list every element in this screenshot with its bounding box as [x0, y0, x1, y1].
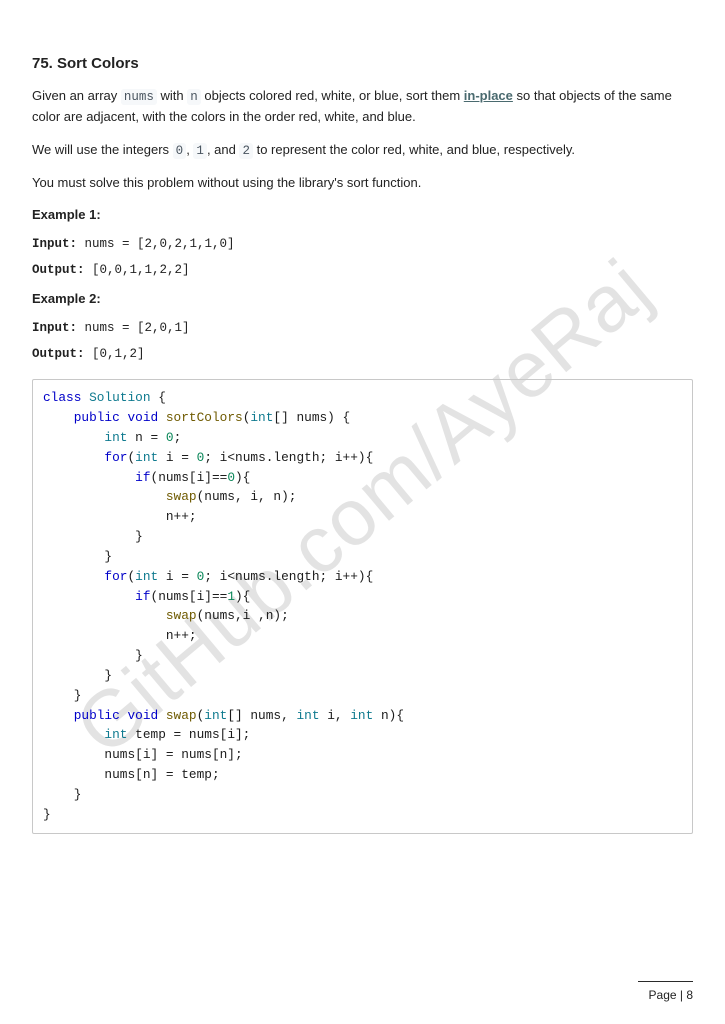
num: 0 — [166, 430, 174, 445]
text: } — [43, 787, 81, 802]
problem-paragraph-2: We will use the integers 0, 1, and 2 to … — [32, 140, 693, 161]
inplace-link[interactable]: in-place — [464, 88, 513, 103]
text: Given an array — [32, 88, 121, 103]
text: ){ — [235, 470, 250, 485]
kw: public — [43, 410, 120, 425]
input-value: nums = [2,0,2,1,1,0] — [77, 237, 235, 251]
input-label: Input: — [32, 237, 77, 251]
text: i, — [320, 708, 351, 723]
type: int — [135, 569, 158, 584]
fn: swap — [43, 489, 197, 504]
type: int — [296, 708, 319, 723]
text: to represent the color red, white, and b… — [253, 142, 575, 157]
text: (nums[i]== — [151, 470, 228, 485]
text: (nums,i ,n); — [197, 608, 289, 623]
text: [] nums, — [227, 708, 296, 723]
example-1-output: Output: [0,0,1,1,2,2] — [32, 263, 693, 277]
problem-paragraph-3: You must solve this problem without usin… — [32, 173, 693, 193]
text: ; i<nums.length; i++){ — [204, 569, 373, 584]
kw: if — [43, 470, 151, 485]
example-2-label: Example 2: — [32, 289, 693, 309]
kw: public — [43, 708, 120, 723]
footer-rule — [638, 981, 693, 982]
text: ){ — [235, 589, 250, 604]
type: int — [135, 450, 158, 465]
text: n = — [127, 430, 165, 445]
output-label: Output: — [32, 347, 85, 361]
type: int — [350, 708, 373, 723]
example-1-input: Input: nums = [2,0,2,1,1,0] — [32, 237, 693, 251]
text: } — [43, 549, 112, 564]
text: temp = nums[i]; — [127, 727, 250, 742]
problem-title: 75. Sort Colors — [32, 55, 693, 72]
type: Solution — [81, 390, 150, 405]
code-block: class Solution { public void sortColors (… — [32, 379, 693, 833]
text: ; i<nums.length; i++){ — [204, 450, 373, 465]
text: } — [43, 688, 81, 703]
text: (nums[i]== — [151, 589, 228, 604]
type: int — [43, 727, 127, 742]
text: } — [43, 529, 143, 544]
fn: swap — [43, 608, 197, 623]
fn: swap — [158, 708, 196, 723]
inline-code-1: 1 — [193, 143, 207, 159]
example-1-label: Example 1: — [32, 205, 693, 225]
text: nums[i] = nums[n]; — [43, 747, 243, 762]
kw: for — [43, 450, 127, 465]
text: objects colored red, white, or blue, sor… — [201, 88, 464, 103]
kw: void — [120, 410, 158, 425]
output-value: [0,0,1,1,2,2] — [85, 263, 190, 277]
type: int — [250, 410, 273, 425]
inline-code-2: 2 — [239, 143, 253, 159]
text: (nums, i, n); — [197, 489, 297, 504]
inline-code-0: 0 — [173, 143, 187, 159]
text: We will use the integers — [32, 142, 173, 157]
text: n++; — [43, 628, 197, 643]
text: n){ — [373, 708, 404, 723]
page-number: Page | 8 — [649, 988, 693, 1002]
example-2-output: Output: [0,1,2] — [32, 347, 693, 361]
inline-code-nums: nums — [121, 89, 157, 105]
input-value: nums = [2,0,1] — [77, 321, 190, 335]
text: n++; — [43, 509, 197, 524]
fn: sortColors — [158, 410, 242, 425]
kw: if — [43, 589, 151, 604]
num: 0 — [227, 470, 235, 485]
text: , and — [207, 142, 240, 157]
kw: void — [120, 708, 158, 723]
text: [] nums) { — [273, 410, 350, 425]
text: } — [43, 807, 51, 822]
kw: class — [43, 390, 81, 405]
output-value: [0,1,2] — [85, 347, 145, 361]
text: { — [151, 390, 166, 405]
kw: for — [43, 569, 127, 584]
input-label: Input: — [32, 321, 77, 335]
type: int — [204, 708, 227, 723]
problem-paragraph-1: Given an array nums with n objects color… — [32, 86, 693, 128]
output-label: Output: — [32, 263, 85, 277]
text: ; — [174, 430, 182, 445]
text: i = — [158, 450, 196, 465]
inline-code-n: n — [187, 89, 201, 105]
page-content: 75. Sort Colors Given an array nums with… — [0, 0, 725, 834]
example-2-input: Input: nums = [2,0,1] — [32, 321, 693, 335]
text: } — [43, 668, 112, 683]
text: i = — [158, 569, 196, 584]
num: 1 — [227, 589, 235, 604]
text: nums[n] = temp; — [43, 767, 220, 782]
text: } — [43, 648, 143, 663]
type: int — [43, 430, 127, 445]
text: with — [157, 88, 187, 103]
